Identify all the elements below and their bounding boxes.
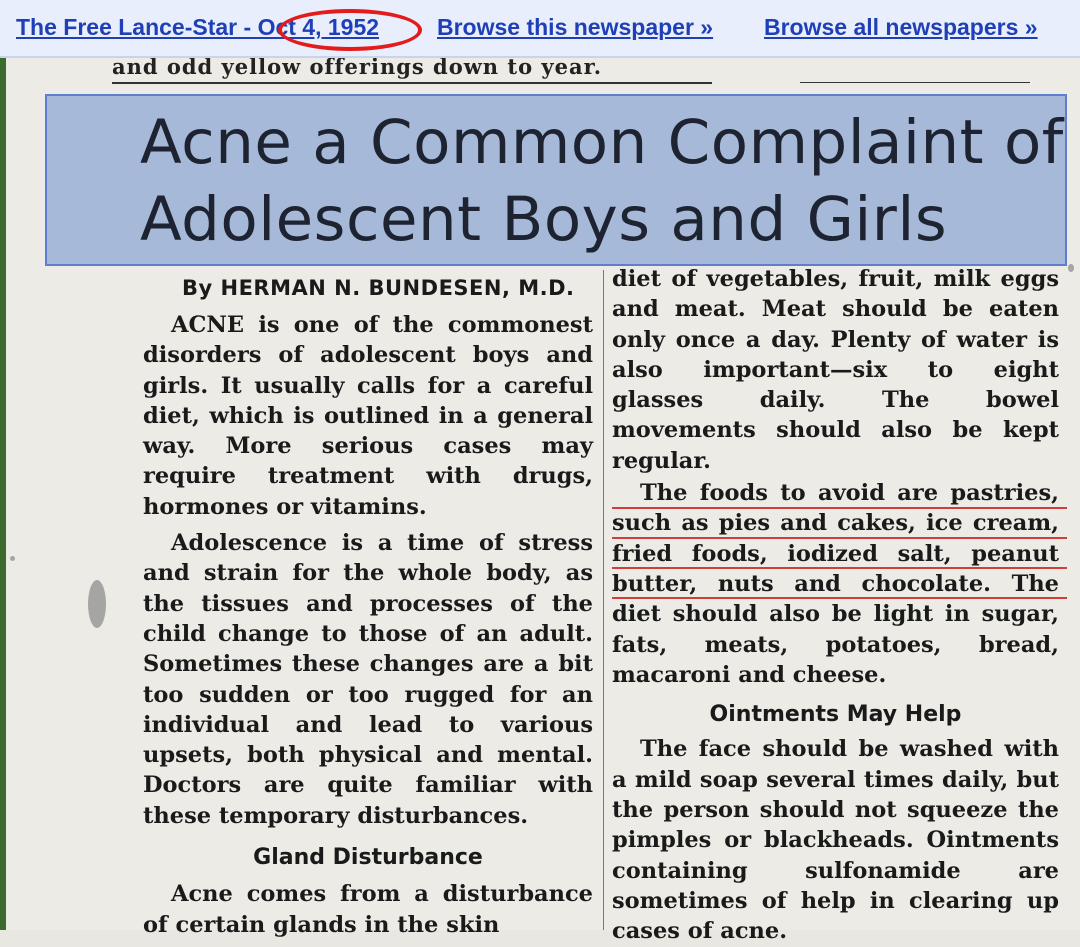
rule-line — [800, 82, 1030, 83]
window-edge — [0, 58, 6, 930]
red-underline-annotation — [612, 567, 1067, 569]
scan-smudge — [1068, 264, 1074, 272]
column-divider — [603, 270, 604, 930]
scan-smudge — [88, 580, 106, 628]
left-column: ACNE is one of the commonest disorders o… — [143, 310, 593, 940]
subhead: Ointments May Help — [709, 702, 962, 728]
red-circle-annotation — [278, 9, 422, 51]
browse-bar: The Free Lance-Star - Oct 4, 1952 Browse… — [0, 0, 1080, 58]
paragraph: Acne comes from a disturbance of certain… — [143, 881, 593, 938]
scan-smudge — [10, 556, 15, 561]
headline-line-2: Adolescent Boys and Girls — [140, 184, 948, 255]
byline: By HERMAN N. BUNDESEN, M.D. — [182, 276, 575, 300]
headline: Acne a Common Complaint of Adolescent Bo… — [140, 104, 1064, 258]
red-underline-annotation — [612, 537, 1067, 539]
rule-line — [112, 82, 712, 84]
paragraph: The foods to avoid are pastries, such as… — [612, 480, 1059, 688]
paragraph: Adolescence is a time of stress and stra… — [143, 530, 593, 829]
paragraph: The face should be washed with a mild so… — [612, 736, 1059, 945]
red-underline-annotation — [612, 597, 1067, 599]
red-underline-annotation — [612, 507, 1067, 509]
browse-all-newspapers-link[interactable]: Browse all newspapers » — [764, 14, 1038, 41]
headline-line-1: Acne a Common Complaint of — [140, 107, 1064, 178]
paragraph: diet of vegetables, fruit, milk eggs and… — [612, 266, 1059, 474]
paragraph: ACNE is one of the commonest disorders o… — [143, 312, 593, 520]
subhead: Gland Disturbance — [253, 845, 483, 871]
right-column: diet of vegetables, fruit, milk eggs and… — [612, 264, 1059, 947]
browse-this-newspaper-link[interactable]: Browse this newspaper » — [437, 14, 713, 41]
